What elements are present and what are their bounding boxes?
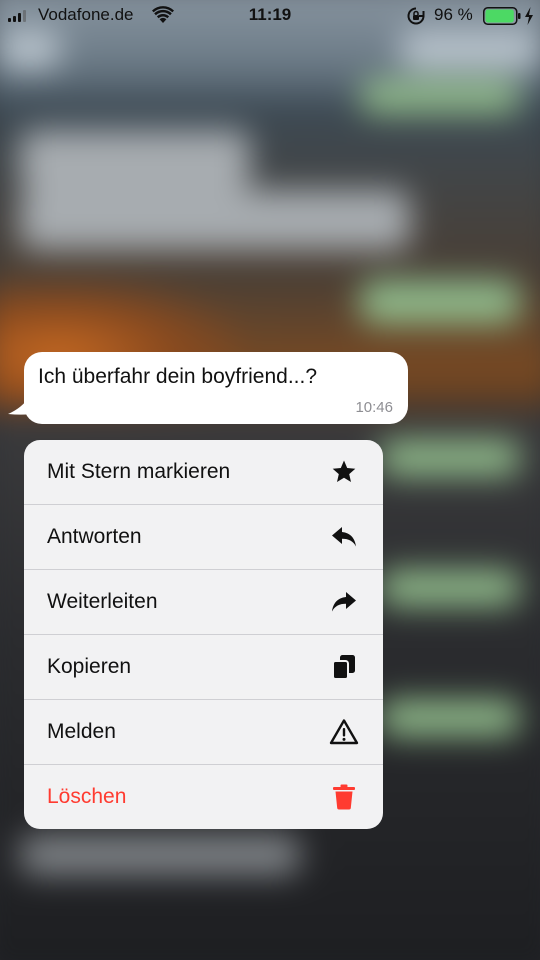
blurred-bubble [380,700,520,736]
blurred-bubble [20,130,250,190]
menu-item-label: Löschen [47,785,127,808]
star-icon [329,457,359,487]
menu-item-copy[interactable]: Kopieren [24,635,383,700]
forward-icon [329,587,359,617]
menu-item-label: Kopieren [47,655,132,678]
screen: Vodafone.de 11:19 96 % Ich überfahr dein… [0,0,540,960]
blurred-bubble [360,80,520,114]
menu-item-label: Weiterleiten [47,590,158,613]
menu-item-label: Mit Stern markieren [47,460,231,483]
blurred-bubble [380,570,520,606]
menu-item-reply[interactable]: Antworten [24,505,383,570]
blurred-bubble [20,190,410,250]
rotation-lock-icon [406,6,426,31]
message-context-menu: Mit Stern markieren Antworten Weiterleit… [24,440,383,829]
reply-icon [329,522,359,552]
battery-percentage: 96 % [434,5,473,24]
warning-icon [329,717,359,747]
menu-item-label: Antworten [47,525,142,548]
menu-item-label: Melden [47,720,116,743]
status-bar: Vodafone.de 11:19 96 % [0,0,540,32]
blurred-back-button [0,30,60,70]
blurred-call-buttons [400,30,540,70]
menu-item-star[interactable]: Mit Stern markieren [24,440,383,505]
menu-item-delete[interactable]: Löschen [24,765,383,829]
battery-icon [483,7,521,30]
message-text: Ich überfahr dein boyfriend...? [38,365,318,388]
menu-item-forward[interactable]: Weiterleiten [24,570,383,635]
menu-item-report[interactable]: Melden [24,700,383,765]
message-bubble[interactable]: Ich überfahr dein boyfriend...? 10:46 [24,352,408,424]
blurred-bubble [20,835,300,875]
charging-icon [524,7,534,30]
copy-icon [329,652,359,682]
blurred-bubble [380,440,520,476]
trash-icon [329,782,359,812]
message-timestamp: 10:46 [355,399,393,416]
blurred-bubble [360,280,520,324]
